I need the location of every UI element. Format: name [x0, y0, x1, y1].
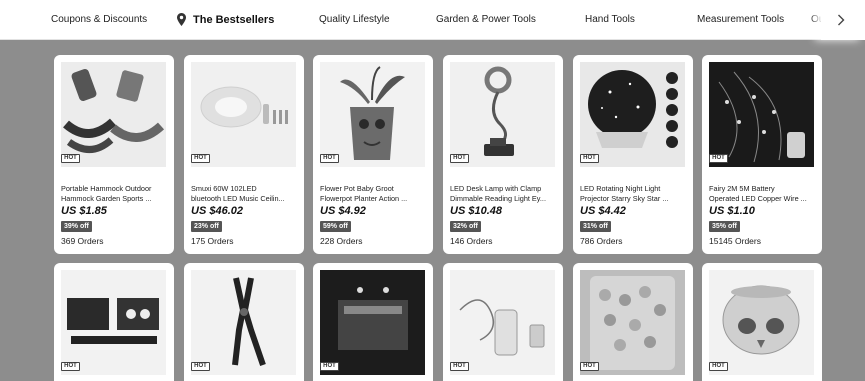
product-price: US $4.92 [320, 205, 366, 217]
order-count: 369 Orders [61, 236, 104, 246]
hot-badge: HOT [450, 362, 469, 371]
product-image-star-projector [580, 62, 685, 167]
product-grid: HOT Portable Hammock Outdoor Hammock Gar… [0, 40, 865, 381]
discount-badge: 32% off [450, 221, 481, 232]
discount-badge: 35% off [709, 221, 740, 232]
product-card[interactable]: HOT Fairy 2M 5M Battery Operated LED Cop… [702, 55, 822, 254]
product-title: Portable Hammock Outdoor Hammock Garden … [61, 184, 152, 203]
hot-badge: HOT [709, 154, 728, 163]
product-image-water-bottle-kit [450, 270, 555, 375]
product-title: Flower Pot Baby Groot Flowerpot Planter … [320, 184, 408, 203]
hot-badge: HOT [580, 362, 599, 371]
hot-badge: HOT [320, 154, 339, 163]
discount-badge: 59% off [320, 221, 351, 232]
product-card[interactable]: HOT LED Desk Lamp with Clamp Dimmable Re… [443, 55, 563, 254]
hot-badge: HOT [191, 154, 210, 163]
product-card[interactable]: HOT LED Rotating Night Light Projector S… [573, 55, 693, 254]
nav-scroll-right-button[interactable] [821, 0, 865, 40]
product-card[interactable]: HOT [702, 263, 822, 381]
product-image-desk-lamp [450, 62, 555, 167]
product-title: LED Desk Lamp with Clamp Dimmable Readin… [450, 184, 546, 203]
product-title: Smuxi 60W 102LED bluetooth LED Music Cei… [191, 184, 285, 203]
product-card[interactable]: HOT [54, 263, 174, 381]
nav-hand-tools[interactable]: Hand Tools [585, 0, 635, 40]
hot-badge: HOT [191, 362, 210, 371]
product-card[interactable]: HOT Smuxi 60W 102LED bluetooth LED Music… [184, 55, 304, 254]
order-count: 15145 Orders [709, 236, 761, 246]
product-card[interactable]: HOT Flower Pot Baby Groot Flowerpot Plan… [313, 55, 433, 254]
product-title: LED Rotating Night Light Projector Starr… [580, 184, 669, 203]
order-count: 786 Orders [580, 236, 623, 246]
product-image-pliers [191, 270, 296, 375]
hot-badge: HOT [320, 362, 339, 371]
product-price: US $46.02 [191, 205, 243, 217]
nav-coupons-discounts[interactable]: Coupons & Discounts [51, 0, 147, 40]
product-card[interactable]: HOT [313, 263, 433, 381]
nav-garden-power-tools[interactable]: Garden & Power Tools [436, 0, 536, 40]
discount-badge: 31% off [580, 221, 611, 232]
product-card[interactable]: HOT [573, 263, 693, 381]
nav-the-bestsellers[interactable]: The Bestsellers [193, 0, 274, 40]
order-count: 146 Orders [450, 236, 493, 246]
product-price: US $10.48 [450, 205, 502, 217]
hot-badge: HOT [580, 154, 599, 163]
product-image-fairy-lights [709, 62, 814, 167]
chevron-right-icon [838, 14, 845, 26]
hot-badge: HOT [61, 154, 80, 163]
product-image-foam-balls [580, 270, 685, 375]
discount-badge: 39% off [61, 221, 92, 232]
product-image-groot-pot [320, 62, 425, 167]
category-nav: Coupons & Discounts The Bestsellers Qual… [0, 0, 865, 40]
order-count: 228 Orders [320, 236, 363, 246]
order-count: 175 Orders [191, 236, 234, 246]
product-card[interactable]: HOT [443, 263, 563, 381]
hot-badge: HOT [709, 362, 728, 371]
product-image-hammock [61, 62, 166, 167]
product-card[interactable]: HOT [184, 263, 304, 381]
hot-badge: HOT [61, 362, 80, 371]
product-price: US $1.10 [709, 205, 755, 217]
map-pin-icon [177, 13, 186, 26]
product-card[interactable]: HOT Portable Hammock Outdoor Hammock Gar… [54, 55, 174, 254]
product-image-solar-lights [61, 270, 166, 375]
product-price: US $1.85 [61, 205, 107, 217]
hot-badge: HOT [450, 154, 469, 163]
product-image-ceiling-light [191, 62, 296, 167]
product-title: Fairy 2M 5M Battery Operated LED Copper … [709, 184, 807, 203]
discount-badge: 23% off [191, 221, 222, 232]
product-image-skull-pot [709, 270, 814, 375]
product-image-led-strip-box [320, 270, 425, 375]
nav-quality-lifestyle[interactable]: Quality Lifestyle [319, 0, 390, 40]
product-price: US $4.42 [580, 205, 626, 217]
nav-measurement-tools[interactable]: Measurement Tools [697, 0, 784, 40]
